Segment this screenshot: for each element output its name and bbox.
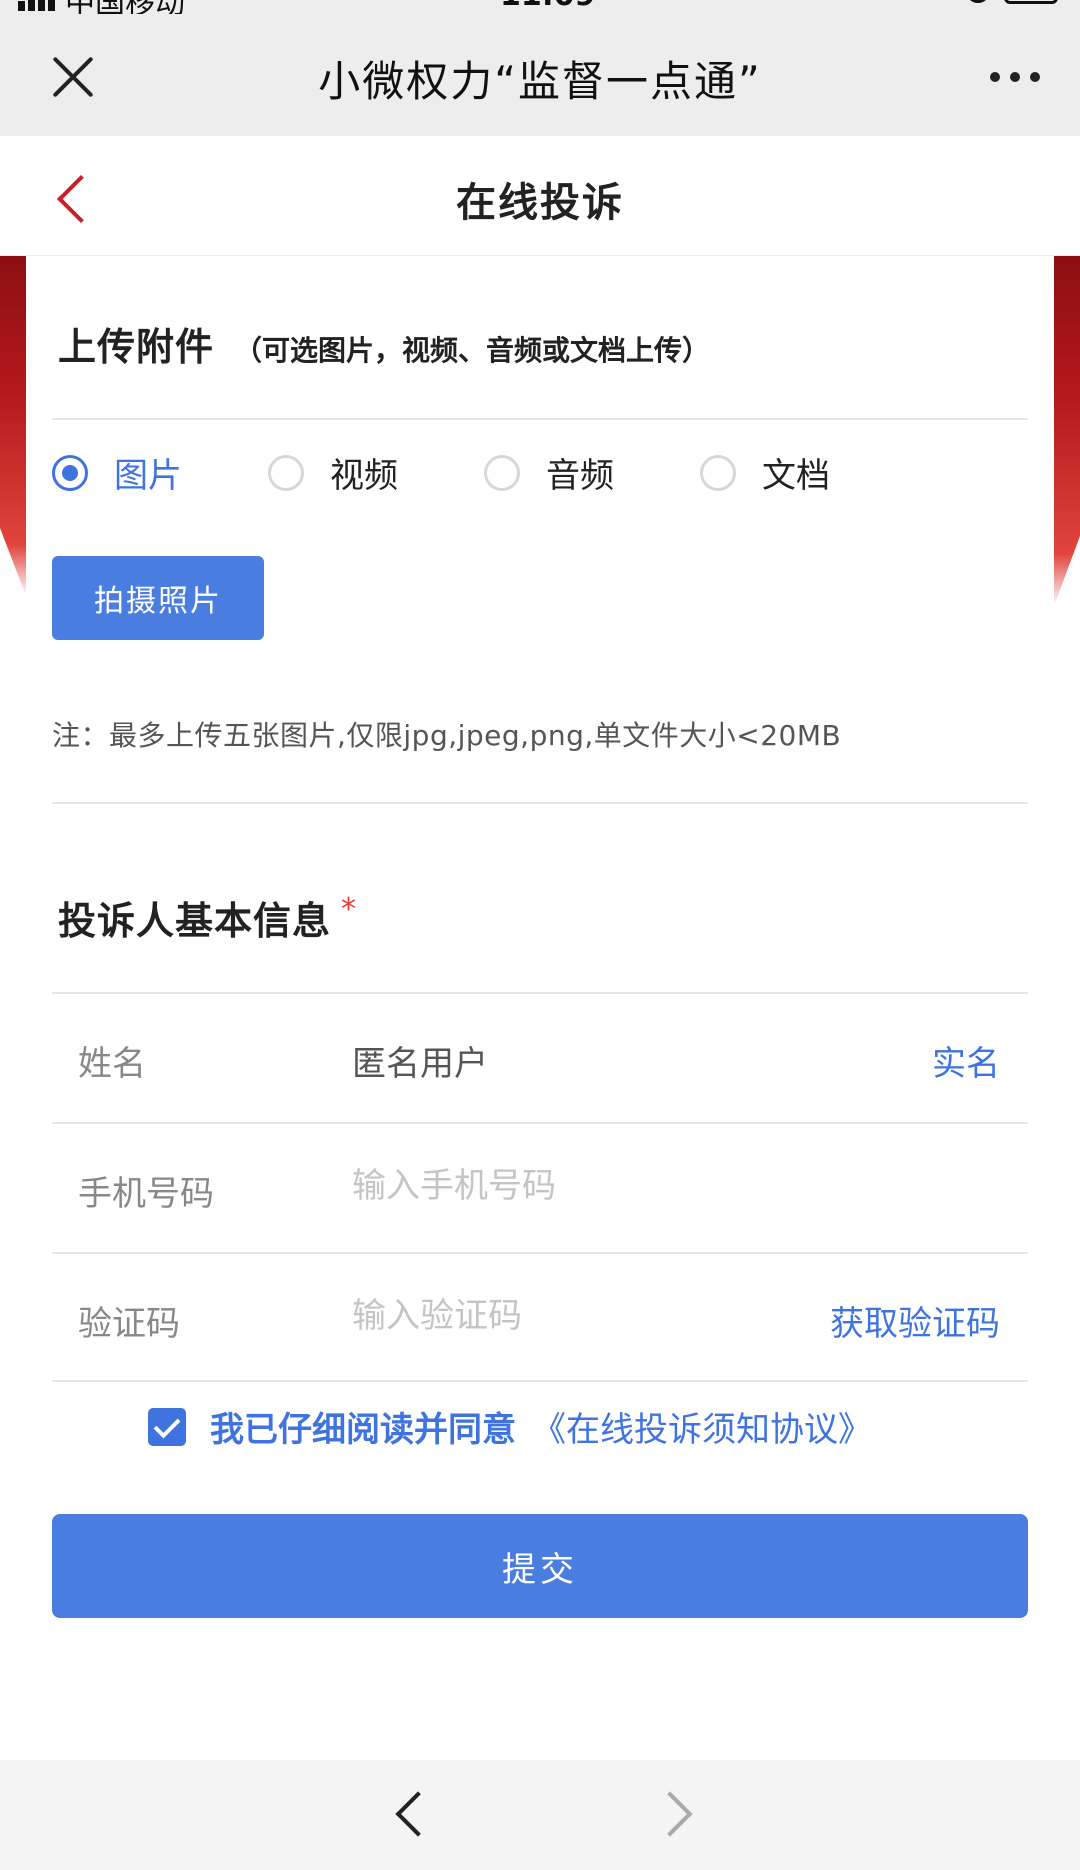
name-value: 匿名用户 (352, 1044, 488, 1084)
agreement-link[interactable]: 《在线投诉须知协议》 (532, 1402, 872, 1451)
phone-input[interactable] (352, 1158, 772, 1214)
radio-option-audio[interactable]: 音频 (484, 448, 700, 497)
complainant-section-header: 投诉人基本信息 * (58, 890, 356, 945)
radio-option-video[interactable]: 视频 (268, 448, 484, 497)
upload-title: 上传附件 (58, 325, 215, 369)
wechat-title-bar: 小微权力“监督一点通” (0, 14, 1080, 136)
more-icon[interactable] (990, 72, 1040, 82)
radio-option-image[interactable]: 图片 (52, 448, 268, 497)
radio-label: 视频 (330, 456, 398, 496)
radio-unchecked-icon[interactable] (484, 454, 520, 491)
divider (52, 1380, 1028, 1382)
get-code-button[interactable]: 获取验证码 (830, 1296, 1000, 1345)
radio-label: 文档 (762, 456, 830, 496)
name-row: 姓名 匿名用户 实名 (52, 994, 1028, 1122)
page-header: 在线投诉 (0, 136, 1080, 256)
battery-icon (1004, 0, 1058, 4)
upload-hint: （可选图片，视频、音频或文档上传） (234, 334, 711, 367)
code-label: 验证码 (78, 1304, 180, 1344)
bottom-navigation (0, 1760, 1080, 1870)
page-title: 在线投诉 (456, 180, 624, 226)
radio-label: 图片 (114, 456, 182, 496)
take-photo-button[interactable]: 拍摄照片 (52, 556, 264, 640)
carrier-info: 中国移动 (18, 0, 185, 14)
radio-unchecked-icon[interactable] (700, 454, 736, 491)
verification-code-input[interactable] (352, 1288, 772, 1344)
red-banner-decoration-right (1054, 256, 1080, 606)
divider (52, 418, 1028, 420)
status-time: 11:09 (500, 0, 596, 13)
signal-icon (18, 0, 55, 11)
wechat-page-title: 小微权力“监督一点通” (318, 57, 762, 106)
phone-label: 手机号码 (78, 1174, 214, 1214)
radio-label: 音频 (546, 456, 614, 496)
radio-unchecked-icon[interactable] (268, 454, 304, 491)
agreement-row: 我已仔细阅读并同意 《在线投诉须知协议》 (148, 1402, 872, 1451)
complainant-title: 投诉人基本信息 (58, 899, 332, 943)
radio-checked-icon[interactable] (52, 454, 88, 491)
agreement-text: 我已仔细阅读并同意 (210, 1410, 516, 1450)
upload-note: 注：最多上传五张图片,仅限jpg,jpeg,png,单文件大小<20MB (52, 719, 842, 752)
chevron-right-icon[interactable] (647, 1791, 693, 1837)
lock-rotation-icon (966, 0, 990, 3)
phone-row: 手机号码 (52, 1124, 1028, 1252)
agreement-checkbox[interactable] (148, 1407, 186, 1446)
red-banner-decoration-left (0, 256, 26, 596)
chevron-left-icon[interactable] (395, 1791, 441, 1837)
attachment-type-radio-group: 图片 视频 音频 文档 (52, 448, 916, 497)
upload-section-header: 上传附件 （可选图片，视频、音频或文档上传） (58, 316, 710, 371)
carrier-name: 中国移动 (65, 0, 185, 14)
divider (52, 802, 1028, 804)
status-icons (966, 0, 1058, 4)
status-bar: 中国移动 11:09 (0, 0, 1080, 14)
required-mark: * (341, 892, 357, 927)
verification-code-row: 验证码 获取验证码 (52, 1254, 1028, 1382)
name-label: 姓名 (78, 1044, 146, 1084)
radio-option-document[interactable]: 文档 (700, 448, 916, 497)
real-name-button[interactable]: 实名 (932, 1036, 1000, 1085)
submit-button[interactable]: 提交 (52, 1514, 1028, 1618)
